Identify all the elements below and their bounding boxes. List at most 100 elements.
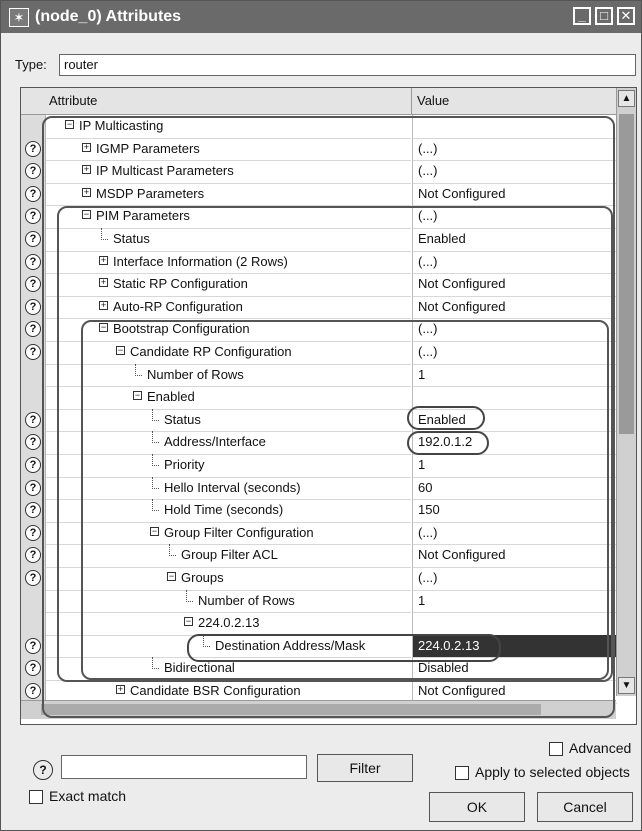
- grid-row[interactable]: ? Hello Interval (seconds) 60: [21, 476, 617, 501]
- scroll-thumb[interactable]: [619, 114, 634, 434]
- value-cell[interactable]: 1: [412, 589, 617, 614]
- collapse-icon[interactable]: −: [99, 323, 108, 333]
- grid-row[interactable]: ? Status Enabled: [21, 228, 617, 252]
- value-cell[interactable]: 1: [412, 363, 617, 388]
- exact-match-label[interactable]: Exact match: [49, 788, 126, 804]
- collapse-icon[interactable]: −: [167, 572, 176, 581]
- grid-row[interactable]: ? Status Enabled: [21, 408, 617, 433]
- help-icon[interactable]: ?: [25, 457, 41, 473]
- attribute-cell[interactable]: − Group Filter Configuration: [46, 522, 411, 546]
- filter-input[interactable]: [61, 755, 307, 779]
- column-separator[interactable]: [411, 88, 412, 114]
- attribute-cell[interactable]: + Static RP Configuration: [46, 273, 411, 297]
- close-icon[interactable]: ✕: [617, 7, 635, 25]
- help-icon[interactable]: ?: [25, 683, 41, 699]
- attribute-cell[interactable]: Hold Time (seconds): [46, 499, 411, 523]
- grid-row[interactable]: ? + Auto-RP Configuration Not Configured: [21, 295, 617, 320]
- expand-icon[interactable]: +: [99, 278, 108, 288]
- grid-row[interactable]: ? + Static RP Configuration Not Configured: [21, 273, 617, 297]
- help-icon[interactable]: ?: [33, 760, 53, 780]
- collapse-icon[interactable]: −: [133, 391, 142, 401]
- attribute-cell[interactable]: −224.0.2.13: [46, 612, 411, 636]
- value-cell[interactable]: Not Configured: [412, 544, 617, 568]
- value-cell[interactable]: Not Configured: [412, 273, 617, 297]
- scroll-up-icon[interactable]: ▲: [618, 90, 635, 107]
- exact-match-checkbox[interactable]: [29, 790, 43, 804]
- attribute-cell[interactable]: Hello Interval (seconds): [46, 476, 411, 501]
- attribute-cell[interactable]: − Candidate RP Configuration: [46, 341, 411, 365]
- grid-row[interactable]: ? + MSDP Parameters Not Configured: [21, 182, 617, 207]
- grid-row[interactable]: ? + Interface Information (2 Rows) (...): [21, 250, 617, 275]
- attribute-cell[interactable]: − Groups: [46, 567, 411, 591]
- apply-selected-checkbox[interactable]: [455, 766, 469, 780]
- value-cell[interactable]: (...): [412, 567, 617, 591]
- help-icon[interactable]: ?: [25, 502, 41, 519]
- expand-icon[interactable]: +: [99, 300, 108, 310]
- value-cell[interactable]: Not Configured: [412, 295, 617, 320]
- value-cell[interactable]: Disabled: [412, 657, 617, 681]
- attribute-cell[interactable]: Status: [46, 228, 411, 252]
- type-field[interactable]: router: [59, 54, 636, 76]
- attribute-cell[interactable]: Number of Rows: [46, 363, 411, 388]
- attribute-cell[interactable]: − IP Multicasting: [46, 115, 411, 139]
- grid-row[interactable]: Number of Rows 1: [21, 363, 617, 388]
- grid-row[interactable]: ? − Groups (...): [21, 567, 617, 591]
- grid-row[interactable]: ? − Candidate RP Configuration (...): [21, 341, 617, 365]
- value-cell[interactable]: (...): [412, 521, 617, 546]
- apply-selected-label[interactable]: Apply to selected objects: [475, 764, 630, 780]
- horizontal-scrollbar[interactable]: [21, 700, 616, 719]
- grid-row[interactable]: ? − Bootstrap Configuration (...): [21, 318, 617, 342]
- filter-button[interactable]: Filter: [317, 754, 413, 782]
- minimize-icon[interactable]: _: [573, 7, 591, 25]
- help-icon[interactable]: ?: [25, 547, 41, 564]
- help-icon[interactable]: ?: [25, 660, 41, 677]
- attribute-cell[interactable]: − PIM Parameters: [46, 205, 411, 229]
- value-cell[interactable]: (...): [412, 341, 617, 365]
- attribute-cell[interactable]: Destination Address/Mask: [46, 634, 411, 659]
- value-cell[interactable]: (...): [412, 318, 617, 342]
- value-cell[interactable]: (...): [412, 250, 617, 275]
- help-icon[interactable]: ?: [25, 411, 41, 428]
- attribute-cell[interactable]: − Enabled: [46, 386, 411, 410]
- attribute-cell[interactable]: Address/Interface: [46, 431, 411, 455]
- value-cell[interactable]: 1: [412, 454, 617, 478]
- pin-icon[interactable]: ✶: [9, 8, 29, 27]
- help-icon[interactable]: ?: [25, 570, 41, 586]
- help-icon[interactable]: ?: [25, 321, 41, 338]
- attribute-cell[interactable]: + MSDP Parameters: [46, 183, 411, 207]
- collapse-icon[interactable]: −: [150, 526, 159, 536]
- value-cell[interactable]: 224.0.2.13: [412, 634, 617, 659]
- value-cell[interactable]: Enabled: [412, 408, 617, 433]
- vertical-scrollbar[interactable]: ▲ ▼: [616, 88, 636, 696]
- value-cell[interactable]: (...): [412, 137, 617, 162]
- help-icon[interactable]: ?: [25, 298, 41, 315]
- attribute-cell[interactable]: Number of Rows: [46, 589, 411, 614]
- attribute-cell[interactable]: Group Filter ACL: [46, 544, 411, 568]
- maximize-icon[interactable]: □: [595, 7, 613, 25]
- horizontal-scroll-thumb[interactable]: [41, 704, 541, 715]
- help-icon[interactable]: ?: [25, 434, 41, 451]
- scroll-down-icon[interactable]: ▼: [618, 677, 635, 694]
- value-cell[interactable]: [412, 612, 617, 636]
- attribute-cell[interactable]: + Auto-RP Configuration: [46, 296, 411, 320]
- grid-row[interactable]: − Enabled: [21, 386, 617, 410]
- column-header-value[interactable]: Value: [417, 93, 449, 108]
- help-icon[interactable]: ?: [25, 524, 41, 541]
- attribute-cell[interactable]: Bidirectional: [46, 657, 411, 681]
- grid-row[interactable]: ? Destination Address/Mask 224.0.2.13: [21, 634, 617, 659]
- collapse-icon[interactable]: −: [82, 210, 91, 220]
- expand-icon[interactable]: +: [99, 255, 108, 265]
- column-header-attribute[interactable]: Attribute: [49, 93, 97, 108]
- attribute-cell[interactable]: + IGMP Parameters: [46, 138, 411, 162]
- attribute-cell[interactable]: − Bootstrap Configuration: [46, 318, 411, 342]
- help-icon[interactable]: ?: [25, 185, 41, 202]
- title-bar[interactable]: ✶ (node_0) Attributes _ □ ✕: [1, 1, 641, 33]
- grid-row[interactable]: ? + IP Multicast Parameters (...): [21, 160, 617, 184]
- value-cell[interactable]: 150: [412, 499, 617, 523]
- value-cell[interactable]: (...): [412, 160, 617, 184]
- grid-row[interactable]: ? − Group Filter Configuration (...): [21, 521, 617, 546]
- grid-row[interactable]: ? Priority 1: [21, 454, 617, 478]
- collapse-icon[interactable]: −: [184, 617, 193, 627]
- value-cell[interactable]: [412, 115, 617, 139]
- help-icon[interactable]: ?: [25, 140, 41, 157]
